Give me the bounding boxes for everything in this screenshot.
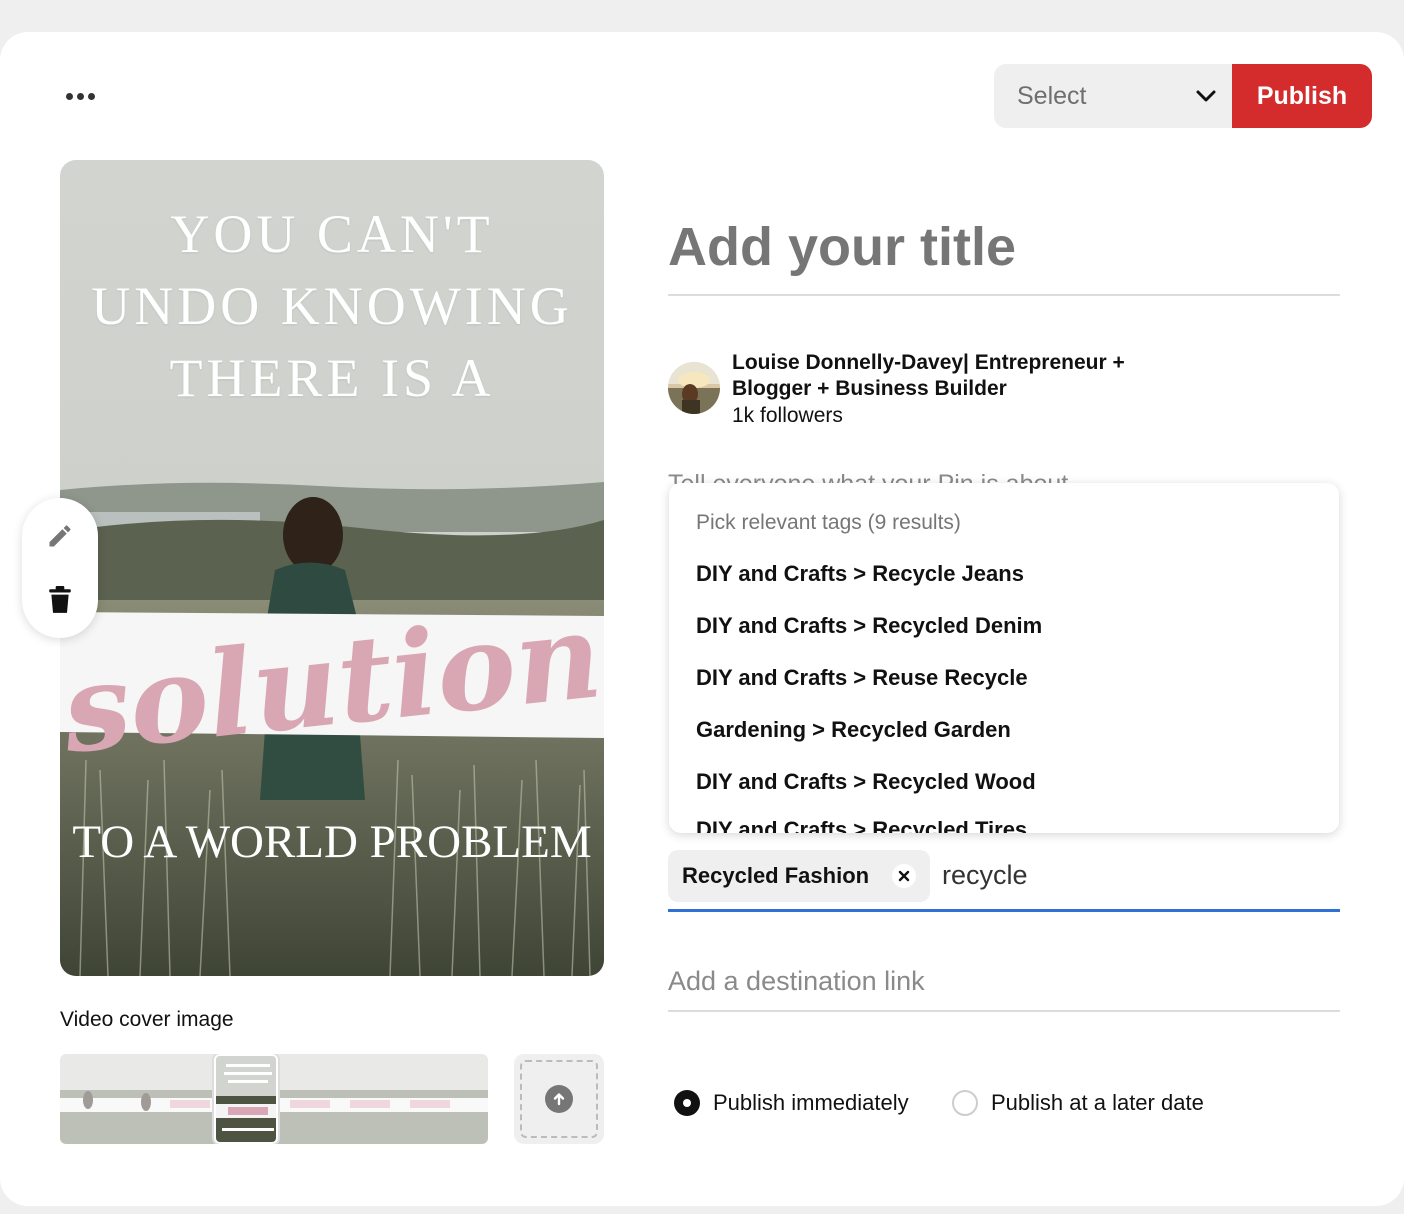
avatar: [668, 362, 720, 414]
remove-tag-icon[interactable]: [892, 864, 916, 888]
selected-tag-label: Recycled Fashion: [682, 863, 870, 888]
pin-subheadline: TO A WORLD PROBLEM: [72, 816, 592, 868]
board-select-value: Select: [1017, 81, 1087, 110]
tag-option[interactable]: DIY and Crafts > Recycle Jeans: [696, 561, 1024, 587]
image-edit-toolbar: [22, 498, 98, 638]
delete-button[interactable]: [42, 582, 78, 618]
pin-headline-line: THERE IS A: [169, 348, 495, 408]
selected-tag-chip: Recycled Fashion: [668, 850, 930, 902]
tag-search-input[interactable]: recycle: [942, 860, 1028, 891]
tag-option[interactable]: Gardening > Recycled Garden: [696, 717, 1011, 743]
radio-selected-icon: [674, 1090, 700, 1116]
dot: [87, 92, 95, 100]
pin-headline: YOU CAN'T UNDO KNOWING THERE IS A: [60, 198, 604, 414]
cover-frame-thumbnail: [216, 1056, 276, 1142]
radio-unselected-icon: [952, 1090, 978, 1116]
pin-headline-line: UNDO KNOWING: [91, 276, 573, 336]
publish-immediately-option[interactable]: Publish immediately: [674, 1090, 909, 1116]
board-select-dropdown[interactable]: Select: [994, 64, 1234, 128]
trash-icon: [49, 586, 71, 613]
follower-count: 1k followers: [732, 404, 843, 427]
tag-input-field[interactable]: Recycled Fashion recycle: [668, 850, 1340, 912]
tag-option[interactable]: DIY and Crafts > Recycled Denim: [696, 613, 1042, 639]
pin-image[interactable]: YOU CAN'T UNDO KNOWING THERE IS A soluti…: [60, 160, 604, 976]
publish-immediately-label: Publish immediately: [713, 1090, 909, 1115]
upload-arrow-icon: [545, 1085, 573, 1113]
about-input[interactable]: Tell everyone what your Pin is about: [668, 462, 1340, 484]
tag-option[interactable]: DIY and Crafts > Recycled Tires: [696, 817, 1027, 833]
tag-option[interactable]: DIY and Crafts > Reuse Recycle: [696, 665, 1028, 691]
video-cover-label: Video cover image: [60, 1008, 234, 1031]
dot: [65, 92, 73, 100]
pin-headline-line: YOU CAN'T: [170, 204, 494, 264]
publish-later-label: Publish at a later date: [991, 1090, 1204, 1115]
video-cover-scrubber[interactable]: [60, 1054, 488, 1144]
pencil-icon: [49, 525, 71, 547]
chevron-down-icon: [1196, 90, 1216, 102]
dot: [76, 92, 84, 100]
tag-suggestions-dropdown: Pick relevant tags (9 results) DIY and C…: [669, 483, 1339, 833]
tag-option[interactable]: DIY and Crafts > Recycled Wood: [696, 769, 1036, 795]
cover-frame-selected[interactable]: [214, 1054, 278, 1144]
publish-later-option[interactable]: Publish at a later date: [952, 1090, 1204, 1116]
edit-button[interactable]: [42, 518, 78, 554]
user-name: Louise Donnelly-Davey| Entrepreneur + Bl…: [732, 351, 1125, 400]
tag-suggestions-header: Pick relevant tags (9 results): [696, 511, 961, 534]
upload-cover-button[interactable]: [514, 1054, 604, 1144]
title-input[interactable]: Add your title: [668, 210, 1340, 296]
publish-button[interactable]: Publish: [1232, 64, 1372, 128]
destination-link-input[interactable]: Add a destination link: [668, 960, 1340, 1012]
more-options-icon[interactable]: [58, 82, 102, 110]
